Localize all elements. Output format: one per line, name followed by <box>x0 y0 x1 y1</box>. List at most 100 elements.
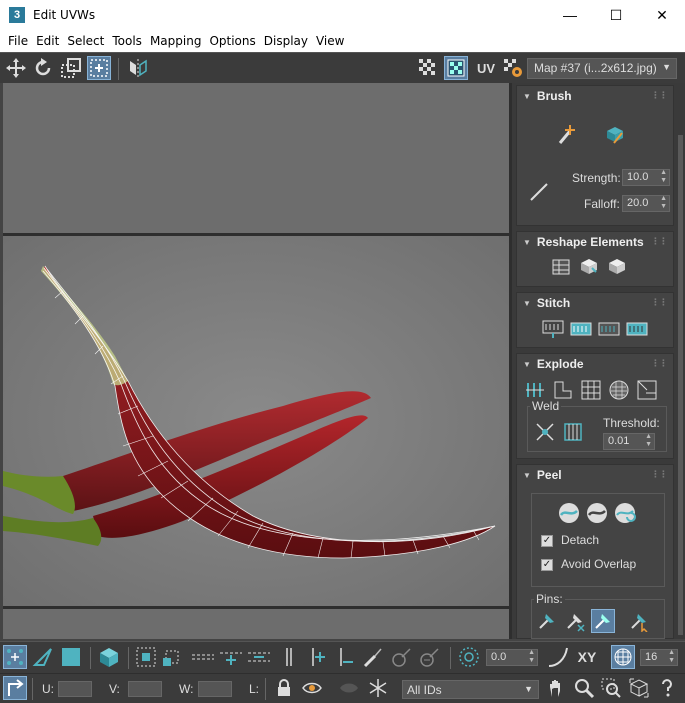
scale-icon[interactable] <box>59 56 83 80</box>
move-icon[interactable] <box>4 56 28 80</box>
viewport-upper-area <box>3 83 509 233</box>
menu-view[interactable]: View <box>312 34 348 48</box>
paint-select-grow-icon[interactable] <box>389 645 413 669</box>
stitch-custom-icon[interactable] <box>541 317 565 341</box>
relax-until-flat-icon[interactable] <box>577 254 601 278</box>
uv-editor-viewport[interactable] <box>3 83 509 639</box>
stitch-rollout-header[interactable]: ▼ Stitch ⋮⋮ <box>517 293 673 313</box>
spinner-arrows-icon[interactable]: ▲ ▼ <box>668 649 675 665</box>
show-map-icon[interactable] <box>444 56 468 80</box>
brush-rollout-header[interactable]: ▼ Brush ⋮⋮ <box>517 86 673 106</box>
falloff-spinner[interactable]: 20.0 ▲ ▼ <box>622 195 670 212</box>
select-pins-icon[interactable] <box>627 609 651 633</box>
straighten-selection-icon[interactable] <box>549 254 573 278</box>
transform-mode-icon[interactable] <box>3 676 27 700</box>
menu-tools[interactable]: Tools <box>108 34 146 48</box>
falloff-curve-icon[interactable] <box>546 645 570 669</box>
flatten-by-material-icon[interactable] <box>635 378 659 402</box>
weld-all-icon[interactable] <box>561 420 585 444</box>
edge-mode-icon[interactable] <box>31 645 55 669</box>
reshape-title: Reshape Elements <box>536 235 644 249</box>
unpin-icon[interactable] <box>563 609 587 633</box>
menu-display[interactable]: Display <box>260 34 312 48</box>
quick-peel-icon[interactable] <box>557 501 581 525</box>
angle-spinner[interactable]: 0.0 ▲ ▼ <box>486 649 538 666</box>
paint-select-icon[interactable] <box>361 645 385 669</box>
edge-loop-icon[interactable] <box>191 645 215 669</box>
spinner-arrows-icon[interactable]: ▲ ▼ <box>660 169 667 185</box>
stitch-to-target-icon[interactable] <box>569 317 593 341</box>
grow-loop-icon[interactable] <box>219 645 243 669</box>
spinner-arrows-icon[interactable]: ▲ ▼ <box>528 649 535 665</box>
paint-select-shrink-icon[interactable] <box>417 645 441 669</box>
u-label: U: <box>42 682 54 696</box>
auto-pin-icon[interactable] <box>591 609 615 633</box>
stitch-to-source-icon[interactable] <box>625 317 649 341</box>
stitch-average-icon[interactable] <box>597 317 621 341</box>
soft-selection-icon[interactable] <box>457 645 481 669</box>
grid-size-spinner[interactable]: 16 ▲ ▼ <box>640 649 678 666</box>
peel-rollout-header[interactable]: ▼ Peel ⋮⋮ <box>517 465 673 485</box>
shrink-selection-icon[interactable] <box>160 645 184 669</box>
shrink-loop-icon[interactable] <box>247 645 271 669</box>
spinner-arrows-icon[interactable]: ▲ ▼ <box>645 433 652 449</box>
texture-map-dropdown[interactable]: Map #37 (i...2x612.jpg) ▼ <box>527 58 677 79</box>
zoom-extents-icon[interactable] <box>627 676 651 700</box>
menu-mapping[interactable]: Mapping <box>146 34 206 48</box>
threshold-spinner[interactable]: 0.01 ▲ ▼ <box>603 433 655 450</box>
spinner-arrows-icon[interactable]: ▲ ▼ <box>660 195 667 211</box>
weld-selected-icon[interactable] <box>533 420 557 444</box>
paint-relax-icon[interactable] <box>603 122 627 146</box>
strength-spinner[interactable]: 10.0 ▲ ▼ <box>622 169 670 186</box>
w-coordinate-field[interactable] <box>198 681 232 697</box>
hide-icon[interactable] <box>300 676 324 700</box>
element-mode-icon[interactable] <box>97 645 121 669</box>
detach-checkbox[interactable]: ✓ <box>541 535 553 547</box>
mirror-icon[interactable] <box>126 56 150 80</box>
checker-pattern-icon[interactable] <box>416 56 440 80</box>
rollout-scrollbar[interactable] <box>676 83 685 639</box>
rotate-icon[interactable] <box>31 56 55 80</box>
pan-hand-icon[interactable] <box>545 676 569 700</box>
relax-icon[interactable] <box>605 254 629 278</box>
grow-ring-icon[interactable] <box>305 645 329 669</box>
map-settings-icon[interactable] <box>501 56 525 80</box>
menu-file[interactable]: File <box>4 34 32 48</box>
help-icon[interactable] <box>655 676 679 700</box>
scrollbar-thumb[interactable] <box>678 135 683 635</box>
menu-select[interactable]: Select <box>63 34 108 48</box>
flatten-by-polygon-icon[interactable] <box>579 378 603 402</box>
paint-move-icon[interactable] <box>555 122 579 146</box>
vertex-mode-icon[interactable] <box>3 645 27 669</box>
shrink-ring-icon[interactable] <box>333 645 357 669</box>
freeform-mode-icon[interactable] <box>87 56 111 80</box>
falloff-space-xy-button[interactable]: XY <box>573 645 601 669</box>
zoom-region-icon[interactable] <box>599 676 623 700</box>
freeze-icon[interactable] <box>366 676 390 700</box>
maximize-button[interactable]: ☐ <box>593 0 639 30</box>
uv-toggle-button[interactable]: UV <box>473 56 499 80</box>
brush-stroke-icon[interactable] <box>527 180 551 204</box>
polygon-mode-icon[interactable] <box>59 645 83 669</box>
minimize-button[interactable]: — <box>547 0 593 30</box>
grid-snap-icon[interactable] <box>611 645 635 669</box>
explode-rollout: ▼ Explode ⋮⋮ Weld Threshold: 0.01 ▲ ▼ <box>516 353 674 459</box>
flatten-by-smoothing-icon[interactable] <box>607 378 631 402</box>
grow-selection-icon[interactable] <box>134 645 158 669</box>
avoid-overlap-checkbox[interactable]: ✓ <box>541 559 553 571</box>
freeze-visibility-icon[interactable] <box>337 676 361 700</box>
explode-rollout-header[interactable]: ▼ Explode ⋮⋮ <box>517 354 673 374</box>
lock-icon[interactable] <box>272 676 296 700</box>
pin-selected-icon[interactable] <box>535 609 559 633</box>
reset-peel-icon[interactable] <box>613 501 637 525</box>
menu-options[interactable]: Options <box>205 34 259 48</box>
zoom-icon[interactable] <box>572 676 596 700</box>
peel-mode-icon[interactable] <box>585 501 609 525</box>
reshape-rollout-header[interactable]: ▼ Reshape Elements ⋮⋮ <box>517 232 673 252</box>
u-coordinate-field[interactable] <box>58 681 92 697</box>
v-coordinate-field[interactable] <box>128 681 162 697</box>
material-id-dropdown[interactable]: All IDs ▼ <box>402 680 539 699</box>
menu-edit[interactable]: Edit <box>32 34 63 48</box>
edge-ring-icon[interactable] <box>277 645 301 669</box>
close-button[interactable]: ✕ <box>639 0 685 30</box>
